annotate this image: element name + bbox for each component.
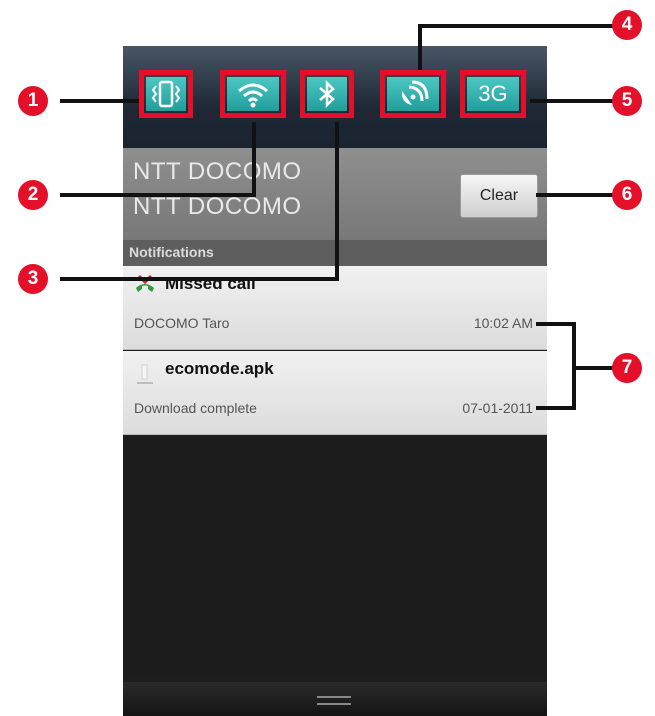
callout-badge-5: 5 (612, 86, 642, 116)
callout-badge-2: 2 (18, 180, 48, 210)
carrier-name-2: NTT DOCOMO (133, 193, 302, 220)
notification-time: 07-01-2011 (462, 400, 533, 416)
notification-time: 10:02 AM (473, 315, 533, 331)
callout-bracket-bottom (536, 406, 576, 410)
bluetooth-icon (317, 79, 337, 109)
highlight-clear-button (458, 172, 540, 216)
callout-line-6 (536, 193, 614, 197)
callout-line-2-vertical (252, 122, 256, 197)
carrier-name-1: NTT DOCOMO (133, 158, 302, 185)
notification-item-download[interactable]: ecomode.apk Download complete 07-01-2011 (123, 351, 547, 435)
gps-icon (396, 79, 430, 109)
callout-line-2 (60, 193, 256, 197)
callout-badge-7: 7 (612, 353, 642, 383)
callout-line-1 (60, 99, 139, 103)
panel-close-handle-bar[interactable] (123, 682, 547, 716)
3g-toggle[interactable]: 3G (460, 70, 526, 118)
notification-subtitle: DOCOMO Taro (134, 315, 230, 331)
callout-line-4 (418, 24, 616, 28)
callout-line-4-vertical (418, 24, 422, 70)
callout-line-5 (530, 99, 614, 103)
gps-toggle[interactable] (380, 70, 446, 118)
callout-line-3-vertical (335, 122, 339, 281)
callout-line-7 (572, 366, 614, 370)
3g-icon: 3G (478, 81, 508, 106)
wifi-toggle[interactable] (220, 70, 286, 118)
callout-badge-6: 6 (612, 180, 642, 210)
callout-badge-4: 4 (612, 10, 642, 40)
callout-bracket-top (536, 322, 576, 326)
vibrate-icon (149, 79, 183, 109)
wifi-icon (235, 79, 271, 109)
vibrate-toggle[interactable] (139, 70, 193, 118)
callout-badge-3: 3 (18, 264, 48, 294)
callout-line-3 (60, 277, 339, 281)
empty-area (123, 438, 547, 678)
notification-title: ecomode.apk (165, 359, 274, 378)
callout-badge-1: 1 (18, 86, 48, 116)
drag-handle-icon[interactable] (317, 696, 351, 705)
download-icon (133, 363, 157, 385)
bluetooth-toggle[interactable] (300, 70, 354, 118)
notification-subtitle: Download complete (134, 400, 257, 416)
